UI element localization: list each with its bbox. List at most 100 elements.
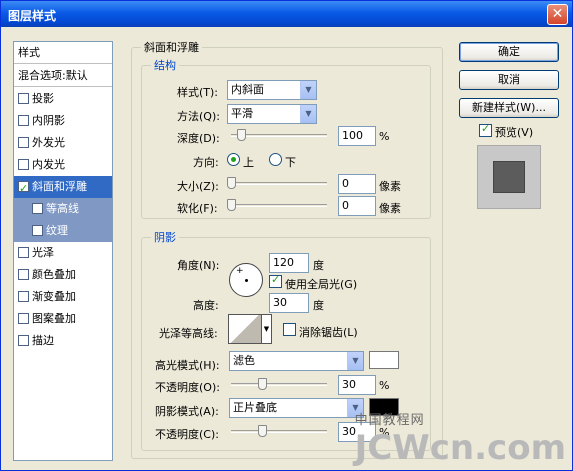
style-item-inner-shadow[interactable]: 内阴影 bbox=[14, 110, 112, 132]
slider-thumb[interactable] bbox=[227, 177, 236, 189]
highlight-mode-select[interactable]: 滤色 ▼ bbox=[229, 351, 364, 371]
soften-unit: 像素 bbox=[379, 202, 401, 215]
style-list: 样式 混合选项:默认 投影 内阴影 外发光 内发光 斜面和浮雕 等高线 纹理 光… bbox=[13, 41, 113, 461]
size-slider[interactable] bbox=[227, 177, 327, 189]
slider-thumb[interactable] bbox=[227, 199, 236, 211]
angle-dial-icon[interactable]: + bbox=[229, 263, 263, 297]
depth-label: 深度(D): bbox=[177, 132, 220, 145]
style-item-bevel-emboss[interactable]: 斜面和浮雕 bbox=[14, 176, 112, 200]
checkbox-icon[interactable] bbox=[18, 115, 29, 126]
structure-title: 结构 bbox=[151, 57, 179, 73]
size-unit: 像素 bbox=[379, 180, 401, 193]
depth-input[interactable]: 100 bbox=[338, 126, 376, 146]
slider-track bbox=[227, 182, 327, 185]
highlight-opacity-unit: % bbox=[379, 379, 390, 392]
shadow-mode-select[interactable]: 正片叠底 ▼ bbox=[229, 398, 364, 418]
style-item-texture[interactable]: 纹理 bbox=[14, 220, 112, 242]
slider-thumb[interactable] bbox=[237, 129, 246, 141]
antialias-label: 消除锯齿(L) bbox=[299, 326, 358, 339]
style-item-drop-shadow[interactable]: 投影 bbox=[14, 88, 112, 110]
antialias-checkbox[interactable] bbox=[283, 323, 296, 336]
method-label: 方法(Q): bbox=[177, 110, 220, 123]
checkbox-icon[interactable] bbox=[18, 247, 29, 258]
style-item-color-overlay[interactable]: 颜色叠加 bbox=[14, 264, 112, 286]
style-list-header[interactable]: 样式 bbox=[14, 42, 112, 64]
slider-track bbox=[231, 383, 327, 386]
size-label: 大小(Z): bbox=[177, 180, 219, 193]
close-button[interactable]: ✕ bbox=[547, 4, 568, 25]
highlight-opacity-label: 不透明度(O): bbox=[155, 381, 220, 394]
chevron-down-icon[interactable]: ▼ bbox=[300, 105, 316, 123]
chevron-down-icon[interactable]: ▼ bbox=[262, 314, 272, 344]
style-preview bbox=[477, 145, 541, 209]
shadow-opacity-label: 不透明度(C): bbox=[155, 428, 219, 441]
soften-slider[interactable] bbox=[227, 199, 327, 211]
chevron-down-icon[interactable]: ▼ bbox=[347, 352, 363, 370]
style-item-contour[interactable]: 等高线 bbox=[14, 198, 112, 220]
chevron-down-icon[interactable]: ▼ bbox=[300, 81, 316, 99]
style-item-satin[interactable]: 光泽 bbox=[14, 242, 112, 264]
altitude-input[interactable]: 30 bbox=[269, 293, 309, 313]
direction-down-label: 下 bbox=[285, 156, 296, 169]
highlight-color-swatch[interactable] bbox=[369, 351, 399, 369]
shading-title: 阴影 bbox=[151, 229, 179, 245]
preview-checkbox[interactable] bbox=[479, 122, 492, 137]
method-select[interactable]: 平滑 ▼ bbox=[227, 104, 317, 124]
direction-up-radio[interactable] bbox=[227, 153, 240, 166]
direction-up-label: 上 bbox=[243, 156, 254, 169]
direction-label: 方向: bbox=[193, 156, 219, 169]
new-style-button[interactable]: 新建样式(W)... bbox=[459, 98, 559, 118]
highlight-mode-label: 高光模式(H): bbox=[155, 359, 220, 372]
slider-track bbox=[227, 204, 327, 207]
title-bar[interactable]: 图层样式 ✕ bbox=[1, 1, 572, 27]
preview-label: 预览(V) bbox=[495, 126, 534, 139]
altitude-unit: 度 bbox=[313, 299, 324, 312]
gloss-contour-label: 光泽等高线: bbox=[159, 327, 218, 340]
gloss-contour-preview-icon[interactable] bbox=[228, 314, 262, 344]
checkbox-icon[interactable] bbox=[18, 269, 29, 280]
ok-button[interactable]: 确定 bbox=[459, 42, 559, 62]
bevel-emboss-title: 斜面和浮雕 bbox=[141, 39, 202, 55]
global-light-checkbox[interactable] bbox=[269, 273, 282, 288]
soften-label: 软化(F): bbox=[177, 202, 218, 215]
checkbox-icon[interactable] bbox=[18, 313, 29, 324]
style-label: 样式(T): bbox=[177, 86, 219, 99]
altitude-label: 高度: bbox=[193, 299, 219, 312]
checkbox-icon[interactable] bbox=[18, 159, 29, 170]
style-item-stroke[interactable]: 描边 bbox=[14, 330, 112, 352]
highlight-opacity-input[interactable]: 30 bbox=[338, 375, 376, 395]
preview-square bbox=[493, 161, 525, 193]
cancel-button[interactable]: 取消 bbox=[459, 70, 559, 90]
checkbox-icon[interactable] bbox=[18, 335, 29, 346]
checkbox-icon[interactable] bbox=[18, 137, 29, 148]
style-item-outer-glow[interactable]: 外发光 bbox=[14, 132, 112, 154]
checkbox-icon[interactable] bbox=[18, 291, 29, 302]
angle-input[interactable]: 120 bbox=[269, 253, 309, 273]
angle-unit: 度 bbox=[313, 259, 324, 272]
slider-thumb[interactable] bbox=[258, 425, 267, 437]
crosshair-icon: + bbox=[236, 266, 244, 276]
style-item-pattern-overlay[interactable]: 图案叠加 bbox=[14, 308, 112, 330]
window-title: 图层样式 bbox=[8, 9, 57, 23]
checkbox-checked-icon[interactable] bbox=[18, 178, 29, 200]
style-item-inner-glow[interactable]: 内发光 bbox=[14, 154, 112, 176]
shadow-opacity-slider[interactable] bbox=[231, 425, 327, 437]
watermark: 中国教程网 JCWcn.com bbox=[354, 413, 566, 468]
depth-slider[interactable] bbox=[231, 129, 327, 141]
direction-down-radio[interactable] bbox=[269, 153, 282, 166]
depth-unit: % bbox=[379, 130, 390, 143]
slider-thumb[interactable] bbox=[258, 378, 267, 390]
checkbox-icon[interactable] bbox=[32, 203, 43, 214]
shadow-mode-label: 阴影模式(A): bbox=[155, 405, 219, 418]
global-light-label: 使用全局光(G) bbox=[285, 278, 358, 291]
size-input[interactable]: 0 bbox=[338, 174, 376, 194]
highlight-opacity-slider[interactable] bbox=[231, 378, 327, 390]
soften-input[interactable]: 0 bbox=[338, 196, 376, 216]
style-select[interactable]: 内斜面 ▼ bbox=[227, 80, 317, 100]
checkbox-icon[interactable] bbox=[18, 93, 29, 104]
checkbox-icon[interactable] bbox=[32, 225, 43, 236]
angle-label: 角度(N): bbox=[177, 259, 220, 272]
style-item-gradient-overlay[interactable]: 渐变叠加 bbox=[14, 286, 112, 308]
slider-track bbox=[231, 430, 327, 433]
blending-options-item[interactable]: 混合选项:默认 bbox=[14, 65, 112, 87]
